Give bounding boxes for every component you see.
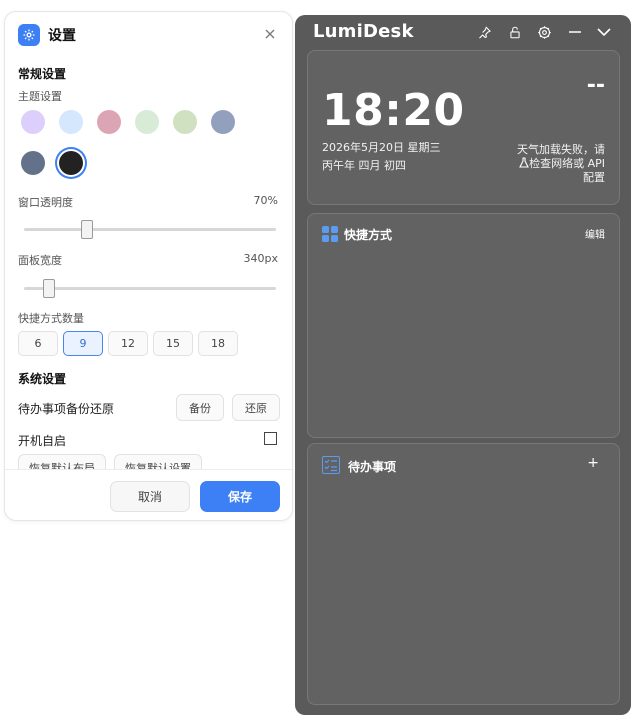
weather-error-text: 天气加载失败，请检查网络或 API 配置 xyxy=(517,143,605,184)
shortcuts-card: 快捷方式 编辑 xyxy=(307,213,620,438)
todo-checklist-icon xyxy=(322,456,340,474)
opacity-slider-thumb[interactable] xyxy=(81,220,93,239)
shortcut-count-option[interactable]: 6 xyxy=(18,331,58,356)
shortcut-count-options: 6 9 12 15 18 xyxy=(18,331,288,357)
shortcut-count-option[interactable]: 12 xyxy=(108,331,148,356)
settings-header: 设置 xyxy=(5,12,292,56)
theme-swatch[interactable] xyxy=(21,110,45,134)
lock-icon[interactable] xyxy=(506,23,524,41)
panel-width-value: 340px xyxy=(243,252,279,265)
opacity-value: 70% xyxy=(253,194,278,207)
lunar-date-text: 丙午年 四月 初四 xyxy=(322,159,406,172)
reset-settings-button[interactable]: 恢复默认设置 xyxy=(114,454,202,469)
chevron-down-icon[interactable] xyxy=(595,23,613,41)
settings-dialog: 设置 常规设置 主题设置 窗口透明度 70% 面板宽度 340px 快捷方式数量… xyxy=(4,11,293,521)
shortcut-count-option[interactable]: 9 xyxy=(63,331,103,356)
lumidesk-panel: LumiDesk 18:20 -- 2026年5月20日 星期三 丙午年 四月 … xyxy=(295,15,631,715)
settings-gear-icon xyxy=(18,24,40,46)
settings-body[interactable]: 常规设置 主题设置 窗口透明度 70% 面板宽度 340px 快捷方式数量 69… xyxy=(5,56,292,469)
panel-width-label: 面板宽度 xyxy=(18,254,62,267)
shortcuts-title: 快捷方式 xyxy=(344,228,393,242)
panel-width-slider-thumb[interactable] xyxy=(43,279,55,298)
theme-swatch[interactable] xyxy=(173,110,197,134)
autostart-checkbox[interactable] xyxy=(264,432,277,445)
theme-swatch[interactable] xyxy=(59,110,83,134)
opacity-slider[interactable] xyxy=(24,220,276,239)
shortcuts-edit-button[interactable]: 编辑 xyxy=(585,226,605,241)
theme-swatch[interactable] xyxy=(135,110,159,134)
todo-title: 待办事项 xyxy=(348,460,397,474)
shortcut-count-option[interactable]: 18 xyxy=(198,331,238,356)
add-todo-button[interactable]: + xyxy=(587,455,599,471)
save-button[interactable]: 保存 xyxy=(200,481,280,512)
shortcut-count-label: 快捷方式数量 xyxy=(18,312,84,325)
todo-card: 待办事项 + xyxy=(307,443,620,705)
theme-swatch[interactable] xyxy=(21,151,45,175)
settings-title: 设置 xyxy=(48,28,76,44)
date-text: 2026年5月20日 星期三 xyxy=(322,141,441,154)
system-section-title: 系统设置 xyxy=(18,372,67,386)
backup-restore-label: 待办事项备份还原 xyxy=(18,402,115,416)
reset-layout-button[interactable]: 恢复默认布局 xyxy=(18,454,106,469)
panel-width-slider[interactable] xyxy=(24,279,276,298)
theme-swatch[interactable] xyxy=(59,151,83,175)
backup-button[interactable]: 备份 xyxy=(176,394,224,421)
theme-swatch[interactable] xyxy=(211,110,235,134)
autostart-label: 开机自启 xyxy=(18,434,67,448)
pin-icon[interactable] xyxy=(475,23,493,41)
restore-button[interactable]: 还原 xyxy=(232,394,280,421)
opacity-label: 窗口透明度 xyxy=(18,196,73,209)
temperature-value: -- xyxy=(586,73,605,98)
theme-label: 主题设置 xyxy=(18,90,62,103)
minimize-icon[interactable] xyxy=(566,23,584,41)
shortcut-count-option[interactable]: 15 xyxy=(153,331,193,356)
cancel-button[interactable]: 取消 xyxy=(110,481,190,512)
theme-swatch[interactable] xyxy=(97,110,121,134)
settings-gear-icon[interactable] xyxy=(535,23,553,41)
settings-footer: 取消 保存 xyxy=(5,469,292,520)
clock-card: 18:20 -- 2026年5月20日 星期三 丙午年 四月 初四 天气加载失败… xyxy=(307,50,620,205)
lumidesk-titlebar[interactable]: LumiDesk xyxy=(295,15,631,49)
grid-icon xyxy=(322,226,338,242)
clock-time: 18:20 xyxy=(322,85,465,136)
general-section-title: 常规设置 xyxy=(18,67,67,81)
app-title: LumiDesk xyxy=(313,21,414,42)
close-icon[interactable] xyxy=(262,26,278,42)
